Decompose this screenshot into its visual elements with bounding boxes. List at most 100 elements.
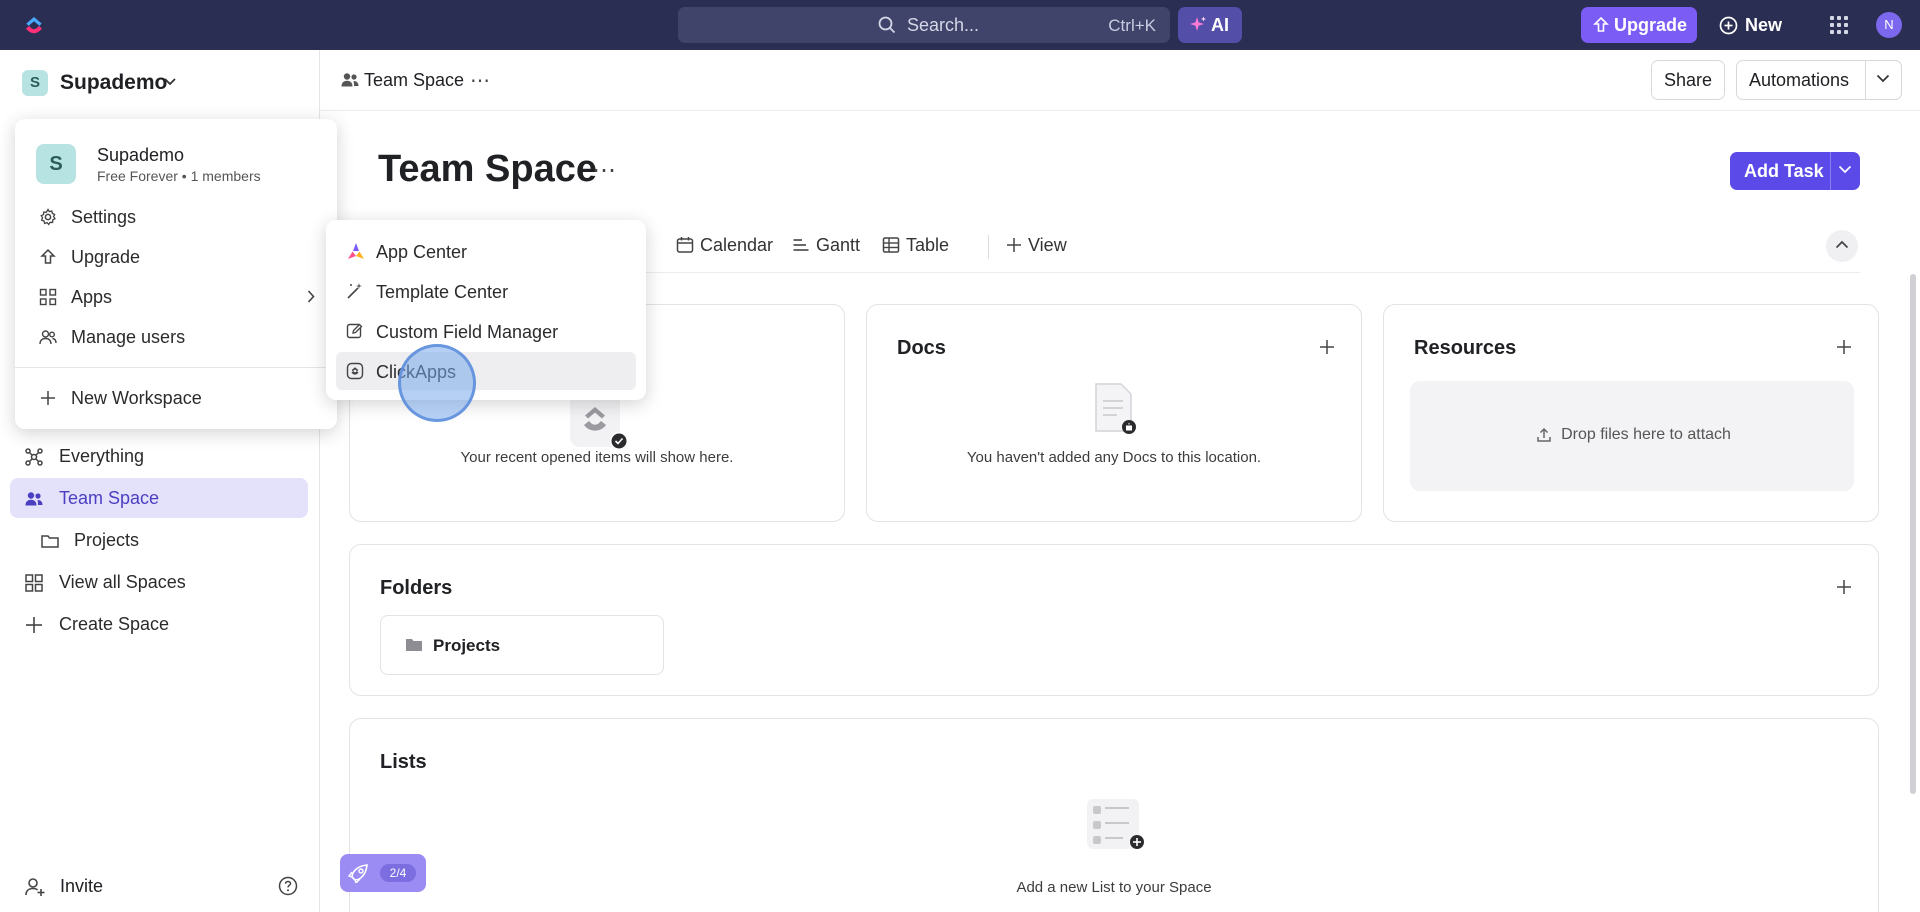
search-shortcut: Ctrl+K xyxy=(1108,16,1156,35)
folder-icon xyxy=(41,535,59,548)
user-avatar[interactable]: N xyxy=(1876,12,1902,38)
doc-empty-icon xyxy=(1095,383,1136,434)
workspace-avatar: S xyxy=(22,70,48,96)
automations-label: Automations xyxy=(1749,70,1850,90)
resources-title: Resources xyxy=(1414,337,1517,359)
title-more-icon[interactable]: ⋯ xyxy=(592,156,616,185)
menu-item-label: New Workspace xyxy=(71,388,202,408)
menu-item-clickapps[interactable]: ClickApps xyxy=(336,352,636,390)
onboarding-button[interactable]: 2/4 xyxy=(340,854,426,892)
menu-item-label: Apps xyxy=(71,287,113,307)
button-separator xyxy=(1830,152,1831,190)
docs-title: Docs xyxy=(897,337,946,359)
calendar-icon xyxy=(676,237,694,253)
share-button[interactable]: Share xyxy=(1651,60,1725,100)
rocket-icon xyxy=(348,864,368,883)
tab-label: Calendar xyxy=(700,235,774,255)
folder-icon xyxy=(406,639,422,651)
tab-label: Table xyxy=(906,235,950,255)
menu-item-label: App Center xyxy=(376,242,468,262)
sidebar-item-team-space[interactable]: Team Space xyxy=(10,478,308,518)
menu-item-apps[interactable]: Apps xyxy=(25,279,327,315)
table-icon xyxy=(882,237,900,253)
button-separator xyxy=(1865,61,1866,99)
add-task-label: Add Task xyxy=(1744,161,1824,181)
menu-item-label: Manage users xyxy=(71,327,186,347)
tab-add-view[interactable]: View xyxy=(988,232,1067,262)
ai-label: AI xyxy=(1211,15,1229,35)
list-empty-icon xyxy=(1087,799,1144,849)
add-task-button[interactable]: Add Task xyxy=(1730,152,1860,190)
clickup-logo-icon[interactable] xyxy=(22,13,46,37)
apps-icon xyxy=(39,288,57,306)
ai-button[interactable]: AI xyxy=(1178,7,1242,43)
workspace-name: Supademo xyxy=(60,71,168,94)
menu-item-manage-users[interactable]: Manage users xyxy=(25,319,327,355)
plus-icon xyxy=(41,391,55,405)
folders-title: Folders xyxy=(380,577,453,599)
recent-empty-message: Your recent opened items will show here. xyxy=(460,449,734,466)
menu-item-custom-field-manager[interactable]: Custom Field Manager xyxy=(336,312,636,350)
plus-circle-icon xyxy=(1719,16,1738,35)
docs-card: Docs You haven't added any Docs to this … xyxy=(866,304,1362,522)
menu-divider xyxy=(15,367,337,368)
automations-button[interactable]: Automations xyxy=(1736,60,1902,100)
menu-item-label: Custom Field Manager xyxy=(376,322,559,342)
upgrade-button[interactable]: Upgrade xyxy=(1581,7,1697,43)
sidebar-item-label: Projects xyxy=(74,530,140,550)
file-dropzone[interactable]: Drop files here to attach xyxy=(1410,381,1854,491)
chevron-down-icon[interactable] xyxy=(1876,74,1890,83)
menu-item-settings[interactable]: Settings xyxy=(25,199,327,235)
sidebar-item-label: Create Space xyxy=(59,614,170,634)
main-scrollbar[interactable] xyxy=(1910,274,1916,794)
search-bar[interactable]: Search... Ctrl+K xyxy=(678,7,1170,43)
menu-item-label: Upgrade xyxy=(71,247,141,267)
new-button[interactable]: New xyxy=(1717,7,1787,43)
menu-item-upgrade[interactable]: Upgrade xyxy=(25,239,327,275)
sidebar-footer: Invite xyxy=(0,862,320,912)
sidebar-item-label: Everything xyxy=(59,446,145,466)
chevron-down-icon xyxy=(164,78,176,86)
invite-user-icon xyxy=(25,878,45,896)
apps-grid-icon[interactable] xyxy=(1830,16,1848,34)
clickapps-icon xyxy=(346,362,364,380)
apps-submenu: App Center Template Center Custom Field … xyxy=(326,220,646,400)
folder-item-projects[interactable]: Projects xyxy=(380,615,664,675)
header-divider xyxy=(320,110,1920,111)
lists-empty-message: Add a new List to your Space xyxy=(1016,879,1212,896)
tab-label: Gantt xyxy=(816,235,861,255)
menu-item-app-center[interactable]: App Center xyxy=(336,232,636,270)
team-icon xyxy=(25,492,43,506)
help-icon[interactable] xyxy=(278,876,298,896)
add-doc-icon[interactable] xyxy=(1319,339,1335,355)
lists-title: Lists xyxy=(380,751,427,773)
chevron-down-icon[interactable] xyxy=(1838,165,1852,174)
custom-field-icon xyxy=(346,323,363,339)
grid-icon xyxy=(25,574,43,592)
onboarding-progress: 2/4 xyxy=(380,864,416,882)
click-indicator xyxy=(398,344,476,422)
sidebar-item-view-all-spaces[interactable]: View all Spaces xyxy=(10,562,308,602)
sidebar-item-projects[interactable]: Projects xyxy=(10,520,308,560)
add-resource-icon[interactable] xyxy=(1836,339,1852,355)
collapse-button[interactable] xyxy=(1826,230,1858,262)
chevron-up-icon xyxy=(1835,240,1849,249)
plus-icon xyxy=(26,617,42,633)
app-center-icon xyxy=(348,243,364,259)
search-icon xyxy=(878,16,896,34)
workspace-menu-name: Supademo xyxy=(97,145,185,165)
workspace-menu-plan: Free Forever • 1 members xyxy=(97,168,261,184)
dropzone-text: Drop files here to attach xyxy=(1561,426,1731,443)
add-folder-icon[interactable] xyxy=(1836,579,1852,595)
more-options-icon[interactable]: ⋯ xyxy=(470,68,491,93)
menu-item-new-workspace[interactable]: New Workspace xyxy=(25,380,327,416)
top-bar: Search... Ctrl+K AI Upgrade New N xyxy=(0,0,1920,50)
sidebar-item-everything[interactable]: Everything xyxy=(10,436,308,476)
upgrade-icon xyxy=(1593,16,1609,32)
sidebar-item-create-space[interactable]: Create Space xyxy=(10,604,308,644)
invite-button[interactable]: Invite xyxy=(60,876,103,897)
breadcrumb-label: Team Space xyxy=(364,70,465,90)
menu-item-template-center[interactable]: Template Center xyxy=(336,272,636,310)
everything-icon xyxy=(25,448,43,466)
workspace-menu: S Supademo Free Forever • 1 members Sett… xyxy=(15,119,337,429)
